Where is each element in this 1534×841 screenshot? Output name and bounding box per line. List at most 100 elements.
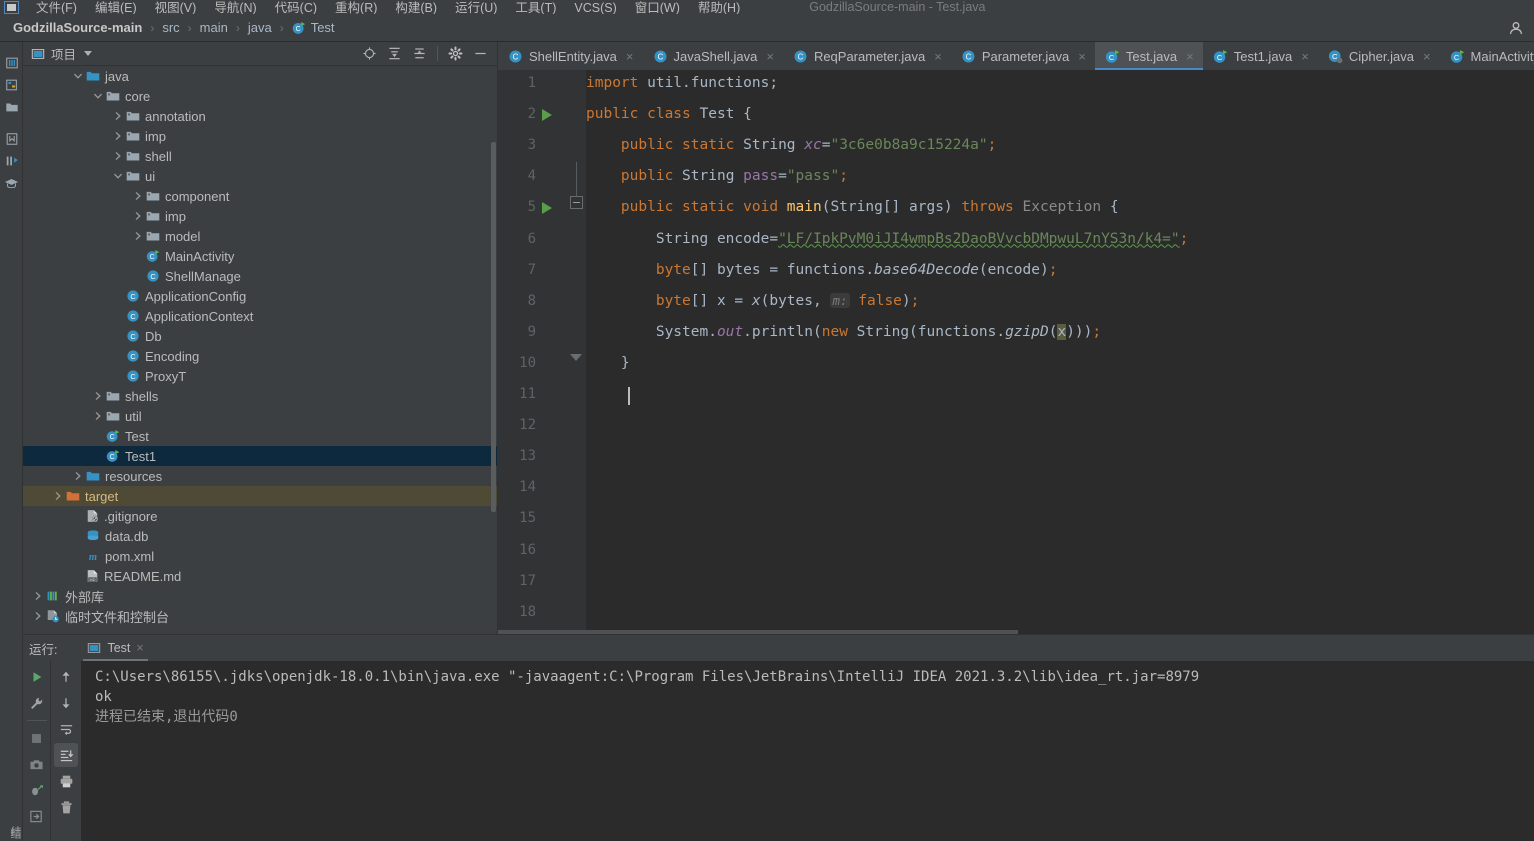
- chevron-right-icon[interactable]: [33, 591, 43, 601]
- learn-icon[interactable]: [0, 172, 23, 194]
- tree-item-model[interactable]: model: [23, 226, 497, 246]
- chevron-down-icon[interactable]: [73, 71, 83, 81]
- tree-item-resources[interactable]: resources: [23, 466, 497, 486]
- tree-item--gitignore[interactable]: .gitignore: [23, 506, 497, 526]
- chevron-right-icon[interactable]: [53, 491, 63, 501]
- close-icon[interactable]: ×: [1301, 49, 1309, 64]
- close-icon[interactable]: ×: [1078, 49, 1086, 64]
- gear-icon[interactable]: [448, 46, 463, 61]
- tree-item-readme-md[interactable]: MD README.md: [23, 566, 497, 586]
- folder-icon[interactable]: [0, 96, 23, 118]
- tree-item-annotation[interactable]: annotation: [23, 106, 497, 126]
- chevron-right-icon[interactable]: [133, 211, 143, 221]
- stop-icon[interactable]: [25, 726, 49, 750]
- tree-item-test[interactable]: C Test: [23, 426, 497, 446]
- close-icon[interactable]: ×: [626, 49, 634, 64]
- build-icon[interactable]: [0, 150, 23, 172]
- bug-icon[interactable]: [25, 778, 49, 802]
- breadcrumb-java[interactable]: java: [248, 20, 272, 35]
- menu-build[interactable]: 构建(B): [386, 1, 446, 14]
- tree-item-shells[interactable]: shells: [23, 386, 497, 406]
- editor-tab-test-java[interactable]: C Test.java ×: [1094, 42, 1203, 70]
- favorites-icon[interactable]: [0, 128, 23, 150]
- account-icon[interactable]: [1508, 20, 1524, 36]
- project-icon[interactable]: [0, 52, 23, 74]
- trash-icon[interactable]: [54, 795, 78, 819]
- chevron-right-icon[interactable]: [113, 151, 123, 161]
- tree-item-pom-xml[interactable]: m pom.xml: [23, 546, 497, 566]
- tree-item----[interactable]: 外部库: [23, 586, 497, 606]
- editor-tab-reqparameter-java[interactable]: C ReqParameter.java ×: [783, 42, 951, 70]
- menu-run[interactable]: 运行(U): [446, 1, 506, 14]
- print-icon[interactable]: [54, 769, 78, 793]
- export-icon[interactable]: [25, 804, 49, 828]
- menu-code[interactable]: 代码(C): [266, 1, 326, 14]
- project-tree-scrollbar[interactable]: [491, 142, 496, 512]
- structure-icon[interactable]: [0, 74, 23, 96]
- chevron-down-icon[interactable]: [93, 91, 103, 101]
- menu-help[interactable]: 帮助(H): [689, 1, 749, 14]
- rerun-icon[interactable]: [25, 665, 49, 689]
- menu-vcs[interactable]: VCS(S): [565, 1, 625, 14]
- close-icon[interactable]: ×: [934, 49, 942, 64]
- close-icon[interactable]: ×: [1186, 49, 1194, 64]
- tree-item-core[interactable]: core: [23, 86, 497, 106]
- menu-navigate[interactable]: 导航(N): [205, 1, 265, 14]
- project-tree[interactable]: java core annotation imp shell ui component imp…: [23, 66, 497, 634]
- scroll-to-end-icon[interactable]: [54, 743, 78, 767]
- collapse-all-icon[interactable]: [412, 46, 427, 61]
- chevron-right-icon[interactable]: [113, 131, 123, 141]
- chevron-right-icon[interactable]: [133, 191, 143, 201]
- chevron-down-icon[interactable]: [113, 171, 123, 181]
- tree-item-data-db[interactable]: data.db: [23, 526, 497, 546]
- menu-tools[interactable]: 工具(T): [506, 1, 565, 14]
- editor-gutter[interactable]: 1 2 3 4 5 6 7 8 9 10 11 12 13 14 15 16 17 18: [498, 70, 586, 634]
- breadcrumb-src[interactable]: src: [162, 20, 179, 35]
- run-console-output[interactable]: C:\Users\86155\.jdks\openjdk-18.0.1\bin\…: [81, 661, 1534, 841]
- run-gutter-icon[interactable]: [542, 202, 552, 215]
- run-gutter-icon[interactable]: [542, 109, 552, 122]
- editor-tab-shellentity-java[interactable]: C ShellEntity.java ×: [498, 42, 643, 70]
- tree-item-applicationcontext[interactable]: C ApplicationContext: [23, 306, 497, 326]
- tree-item-encoding[interactable]: C Encoding: [23, 346, 497, 366]
- code-editor[interactable]: 1 2 3 4 5 6 7 8 9 10 11 12 13 14 15 16 17 18 import util.…: [498, 70, 1534, 634]
- close-icon[interactable]: ×: [136, 641, 143, 655]
- tree-item-util[interactable]: util: [23, 406, 497, 426]
- tree-item-db[interactable]: C Db: [23, 326, 497, 346]
- tree-item-mainactivity[interactable]: C MainActivity: [23, 246, 497, 266]
- chevron-right-icon[interactable]: [113, 111, 123, 121]
- chevron-right-icon[interactable]: [93, 391, 103, 401]
- editor-tab-javashell-java[interactable]: C JavaShell.java ×: [643, 42, 783, 70]
- tree-item-java[interactable]: java: [23, 66, 497, 86]
- down-arrow-icon[interactable]: [54, 691, 78, 715]
- wrench-icon[interactable]: [25, 691, 49, 715]
- close-icon[interactable]: ×: [1423, 49, 1431, 64]
- chevron-right-icon[interactable]: [133, 231, 143, 241]
- up-arrow-icon[interactable]: [54, 665, 78, 689]
- tree-item-test1[interactable]: C Test1: [23, 446, 497, 466]
- tree-item-applicationconfig[interactable]: C ApplicationConfig: [23, 286, 497, 306]
- breadcrumb-main[interactable]: main: [200, 20, 228, 35]
- camera-icon[interactable]: [25, 752, 49, 776]
- menu-view[interactable]: 视图(V): [146, 1, 206, 14]
- breadcrumb-project[interactable]: GodzillaSource-main: [13, 20, 142, 35]
- editor-tab-cipher-java[interactable]: C Cipher.java ×: [1318, 42, 1440, 70]
- tree-item---------[interactable]: 临时文件和控制台: [23, 606, 497, 626]
- tree-item-shell[interactable]: shell: [23, 146, 497, 166]
- tree-item-shellmanage[interactable]: C ShellManage: [23, 266, 497, 286]
- locate-icon[interactable]: [362, 46, 377, 61]
- fold-collapse-icon[interactable]: [570, 196, 583, 209]
- editor-tab-parameter-java[interactable]: C Parameter.java ×: [951, 42, 1095, 70]
- tree-item-ui[interactable]: ui: [23, 166, 497, 186]
- run-tab-test[interactable]: Test ×: [79, 635, 151, 661]
- chevron-right-icon[interactable]: [33, 611, 43, 621]
- editor-tab-mainactivity-java[interactable]: CMainActivity.java×: [1440, 42, 1534, 70]
- tree-item-imp[interactable]: imp: [23, 126, 497, 146]
- soft-wrap-icon[interactable]: [54, 717, 78, 741]
- fold-end-icon[interactable]: [570, 354, 583, 367]
- breadcrumb-test[interactable]: Test: [311, 20, 335, 35]
- menu-window[interactable]: 窗口(W): [626, 1, 689, 14]
- tree-item-target[interactable]: target: [23, 486, 497, 506]
- chevron-right-icon[interactable]: [73, 471, 83, 481]
- close-icon[interactable]: ×: [766, 49, 774, 64]
